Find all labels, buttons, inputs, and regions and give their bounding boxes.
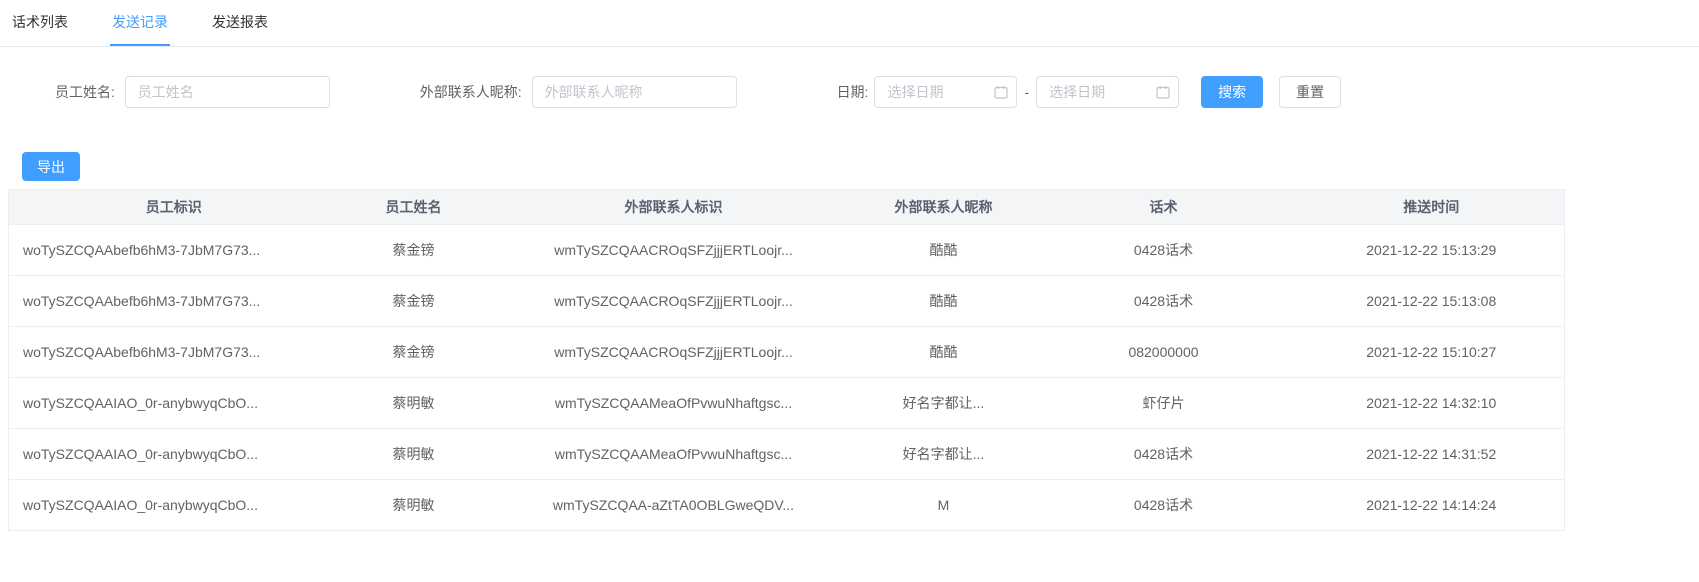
table-cell: 好名字都让... [858, 428, 1029, 480]
header-cell: 员工姓名 [338, 189, 489, 225]
table-cell: wmTySZCQAAMeaOfPvwuNhaftgsc... [488, 377, 859, 429]
table-cell: woTySZCQAAbefb6hM3-7JbM7G73... [8, 326, 339, 378]
table-cell: 蔡金镑 [338, 275, 489, 327]
table-cell: 2021-12-22 14:32:10 [1298, 377, 1565, 429]
header-cell: 推送时间 [1298, 189, 1565, 225]
employee-name-group: 员工姓名: [55, 76, 330, 108]
tab-send-reports[interactable]: 发送报表 [210, 0, 270, 46]
table-cell: wmTySZCQAACROqSFZjjjERTLoojr... [488, 275, 859, 327]
table-cell: 2021-12-22 14:14:24 [1298, 479, 1565, 531]
table-cell: 虾仔片 [1028, 377, 1299, 429]
reset-button[interactable]: 重置 [1279, 76, 1342, 108]
table-cell: 0428话术 [1028, 224, 1299, 276]
table-cell: woTySZCQAAIAO_0r-anybwyqCbO... [8, 377, 339, 429]
table-cell: 2021-12-22 14:31:52 [1298, 428, 1565, 480]
header-cell: 外部联系人标识 [488, 189, 859, 225]
table-cell: wmTySZCQAA-aZtTA0OBLGweQDV... [488, 479, 859, 531]
table-cell: wmTySZCQAAMeaOfPvwuNhaftgsc... [488, 428, 859, 480]
tab-script-list[interactable]: 话术列表 [10, 0, 70, 46]
contact-nickname-group: 外部联系人昵称: [420, 76, 737, 108]
table-cell: 蔡明敏 [338, 377, 489, 429]
records-table: 员工标识 员工姓名 外部联系人标识 外部联系人昵称 话术 推送时间 woTySZCQAAb… [8, 189, 1565, 531]
records-table-wrap: 员工标识 员工姓名 外部联系人标识 外部联系人昵称 话术 推送时间 woTySZCQAAb… [8, 189, 1565, 531]
table-row: woTySZCQAAIAO_0r-anybwyqCbO... 蔡明敏 wmTySZC… [8, 479, 1565, 531]
date-end-box [1036, 76, 1180, 108]
table-cell: 蔡金镑 [338, 326, 489, 378]
contact-nickname-label: 外部联系人昵称: [419, 84, 522, 100]
table-cell: 082000000 [1028, 326, 1299, 378]
table-cell: wmTySZCQAACROqSFZjjjERTLoojr... [488, 326, 859, 378]
date-start-input[interactable] [874, 76, 1018, 108]
contact-nickname-input[interactable] [531, 76, 737, 108]
table-cell: 好名字都让... [858, 377, 1029, 429]
table-cell: 蔡明敏 [338, 428, 489, 480]
date-end-input[interactable] [1036, 76, 1180, 108]
export-button[interactable]: 导出 [22, 152, 80, 181]
export-row: 导出 [22, 152, 1699, 181]
table-cell: 0428话术 [1028, 275, 1299, 327]
table-row: woTySZCQAAIAO_0r-anybwyqCbO... 蔡明敏 wmTySZC… [8, 428, 1565, 480]
date-range-group: 日期: - 搜索 重置 [837, 76, 1342, 108]
table-cell: woTySZCQAAIAO_0r-anybwyqCbO... [8, 428, 339, 480]
search-button[interactable]: 搜索 [1201, 76, 1264, 108]
table-cell: woTySZCQAAbefb6hM3-7JbM7G73... [8, 224, 339, 276]
table-cell: M [858, 479, 1029, 531]
tab-send-records[interactable]: 发送记录 [110, 0, 170, 46]
table-row: woTySZCQAAbefb6hM3-7JbM7G73... 蔡金镑 wmTySZC… [8, 224, 1565, 276]
table-row: woTySZCQAAbefb6hM3-7JbM7G73... 蔡金镑 wmTySZC… [8, 326, 1565, 378]
table-header-row: 员工标识 员工姓名 外部联系人标识 外部联系人昵称 话术 推送时间 [8, 189, 1565, 225]
employee-name-label: 员工姓名: [55, 84, 115, 100]
date-start-box [874, 76, 1018, 108]
table-cell: 蔡明敏 [338, 479, 489, 531]
table-cell: 蔡金镑 [338, 224, 489, 276]
header-cell: 话术 [1028, 189, 1299, 225]
date-label: 日期: [836, 84, 869, 100]
table-cell: 0428话术 [1028, 428, 1299, 480]
table-cell: 酷酷 [858, 275, 1029, 327]
header-cell: 员工标识 [8, 189, 339, 225]
table-cell: woTySZCQAAIAO_0r-anybwyqCbO... [8, 479, 339, 531]
header-cell: 外部联系人昵称 [858, 189, 1029, 225]
table-cell: 酷酷 [858, 326, 1029, 378]
table-cell: woTySZCQAAbefb6hM3-7JbM7G73... [8, 275, 339, 327]
table-cell: wmTySZCQAACROqSFZjjjERTLoojr... [488, 224, 859, 276]
date-separator: - [1024, 84, 1030, 100]
filter-row: 员工姓名: 外部联系人昵称: 日期: - 搜索 重置 [0, 76, 1699, 108]
tabs-bar: 话术列表 发送记录 发送报表 [0, 0, 1699, 47]
employee-name-input[interactable] [124, 76, 330, 108]
table-cell: 2021-12-22 15:10:27 [1298, 326, 1565, 378]
table-cell: 0428话术 [1028, 479, 1299, 531]
table-row: woTySZCQAAIAO_0r-anybwyqCbO... 蔡明敏 wmTySZC… [8, 377, 1565, 429]
table-cell: 2021-12-22 15:13:08 [1298, 275, 1565, 327]
table-cell: 2021-12-22 15:13:29 [1298, 224, 1565, 276]
table-cell: 酷酷 [858, 224, 1029, 276]
table-row: woTySZCQAAbefb6hM3-7JbM7G73... 蔡金镑 wmTySZC… [8, 275, 1565, 327]
